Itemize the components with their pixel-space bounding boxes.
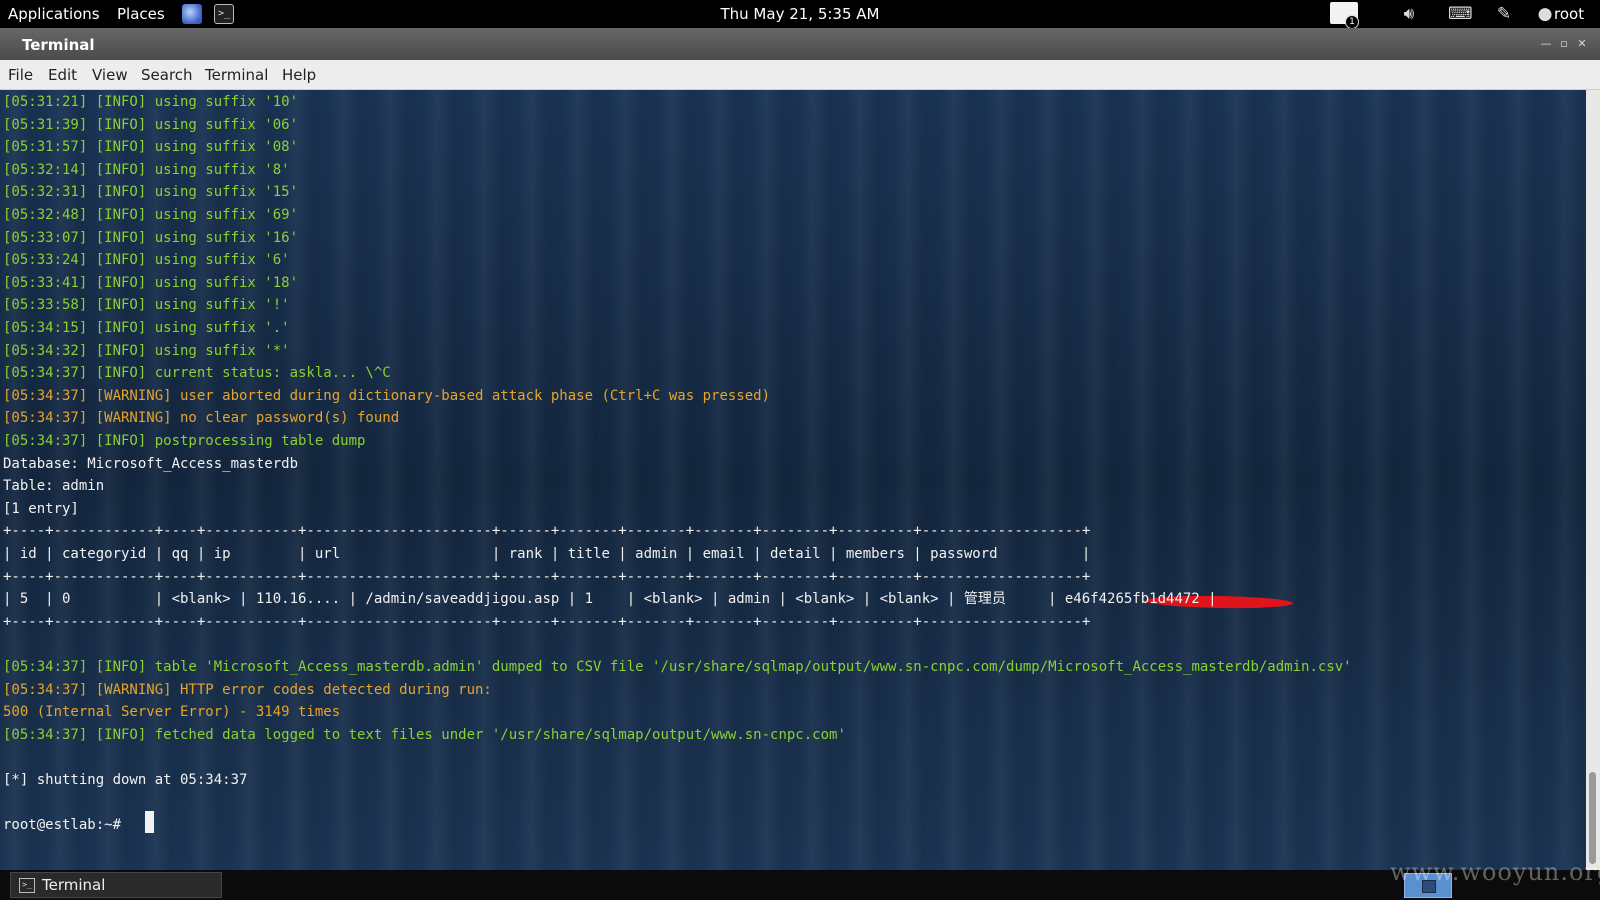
volume-icon[interactable]: 🔊︎ (1392, 4, 1426, 24)
terminal-scrollbar[interactable] (1586, 90, 1600, 870)
terminal-line: [05:34:37] [WARNING] user aborted during… (3, 387, 771, 404)
window-title: Terminal (22, 36, 95, 54)
scrollbar-thumb[interactable] (1589, 772, 1596, 864)
menu-help[interactable]: Help (282, 66, 316, 84)
terminal-line: [05:34:37] [INFO] current status: askla.… (3, 365, 391, 382)
terminal-cursor (145, 811, 154, 833)
terminal-line: [05:33:41] [INFO] using suffix '18' (3, 274, 299, 291)
terminal-line: [05:34:37] [INFO] fetched data logged to… (3, 726, 846, 743)
clock[interactable]: Thu May 21, 5:35 AM (0, 5, 1600, 23)
terminal-line: [05:31:57] [INFO] using suffix '08' (3, 139, 299, 156)
terminal-line: [*] shutting down at 05:34:37 (3, 772, 248, 788)
terminal-line: [05:34:37] [WARNING] no clear password(s… (3, 410, 400, 427)
watermark: www.wooyun.org (1390, 858, 1600, 886)
taskbar-terminal-label: Terminal (42, 876, 106, 894)
terminal-line: [05:33:58] [INFO] using suffix '!' (3, 297, 290, 314)
menu-file[interactable]: File (8, 66, 33, 84)
terminal-line: | 5 | 0 | <blank> | 110.16.... | /admin/… (3, 591, 1217, 608)
terminal-line: +----+------------+----+-----------+----… (3, 613, 1091, 630)
menu-terminal[interactable]: Terminal (205, 66, 268, 84)
terminal-line: +----+------------+----+-----------+----… (3, 523, 1091, 540)
terminal-line: [05:34:15] [INFO] using suffix '.' (3, 320, 290, 336)
terminal-line: [05:33:07] [INFO] using suffix '16' (3, 229, 299, 246)
terminal-line: 500 (Internal Server Error) - 3149 times (3, 704, 341, 721)
keyboard-icon[interactable]: ⌨︎ (1448, 4, 1473, 24)
terminal-line: [05:32:31] [INFO] using suffix '15' (3, 184, 299, 201)
window-titlebar[interactable]: Terminal — ▫ ✕ (0, 28, 1600, 60)
top-panel: Applications Places >_ Thu May 21, 5:35 … (0, 0, 1600, 29)
terminal-line: [05:34:32] [INFO] using suffix '*' (3, 342, 290, 359)
menu-search[interactable]: Search (141, 66, 193, 84)
terminal-line: Database: Microsoft_Access_masterdb (3, 455, 299, 472)
terminal-line: [05:32:48] [INFO] using suffix '69' (3, 207, 299, 223)
user-menu[interactable]: root (1554, 5, 1584, 23)
terminal-output[interactable]: [05:31:21] [INFO] using suffix '10' [05:3… (0, 90, 1586, 870)
menu-edit[interactable]: Edit (48, 66, 77, 84)
terminal-line: [05:32:14] [INFO] using suffix '8' (3, 161, 290, 178)
terminal-line: [05:33:24] [INFO] using suffix '6' (3, 252, 290, 269)
terminal-line: [05:34:37] [INFO] table 'Microsoft_Acces… (3, 659, 1352, 675)
maximize-icon[interactable]: ▫ (1557, 37, 1571, 51)
terminal-line: [1 entry] (3, 500, 79, 517)
terminal-line: [05:34:37] [INFO] postprocessing table d… (3, 433, 366, 449)
menubar: File Edit View Search Terminal Help (0, 60, 1600, 90)
bottom-panel: >_ Terminal (0, 870, 1600, 900)
terminal-line: root@estlab:~# (3, 817, 130, 834)
terminal-line: Table: admin (3, 478, 105, 495)
close-icon[interactable]: ✕ (1575, 37, 1589, 51)
menu-view[interactable]: View (92, 66, 128, 84)
terminal-line: +----+------------+----+-----------+----… (3, 568, 1091, 585)
minimize-icon[interactable]: — (1539, 37, 1553, 51)
terminal-line: | id | categoryid | qq | ip | url | rank… (3, 546, 1091, 562)
user-icon[interactable]: ● (1536, 4, 1554, 24)
terminal-line: [05:31:39] [INFO] using suffix '06' (3, 116, 299, 133)
terminal-icon: >_ (19, 878, 35, 893)
notification-badge: 1 (1345, 15, 1359, 29)
pen-icon[interactable]: ✎ (1493, 4, 1515, 24)
terminal-line: [05:31:21] [INFO] using suffix '10' (3, 94, 299, 110)
terminal-line: [05:34:37] [WARNING] HTTP error codes de… (3, 681, 492, 698)
taskbar-terminal-button[interactable]: >_ Terminal (10, 872, 222, 898)
